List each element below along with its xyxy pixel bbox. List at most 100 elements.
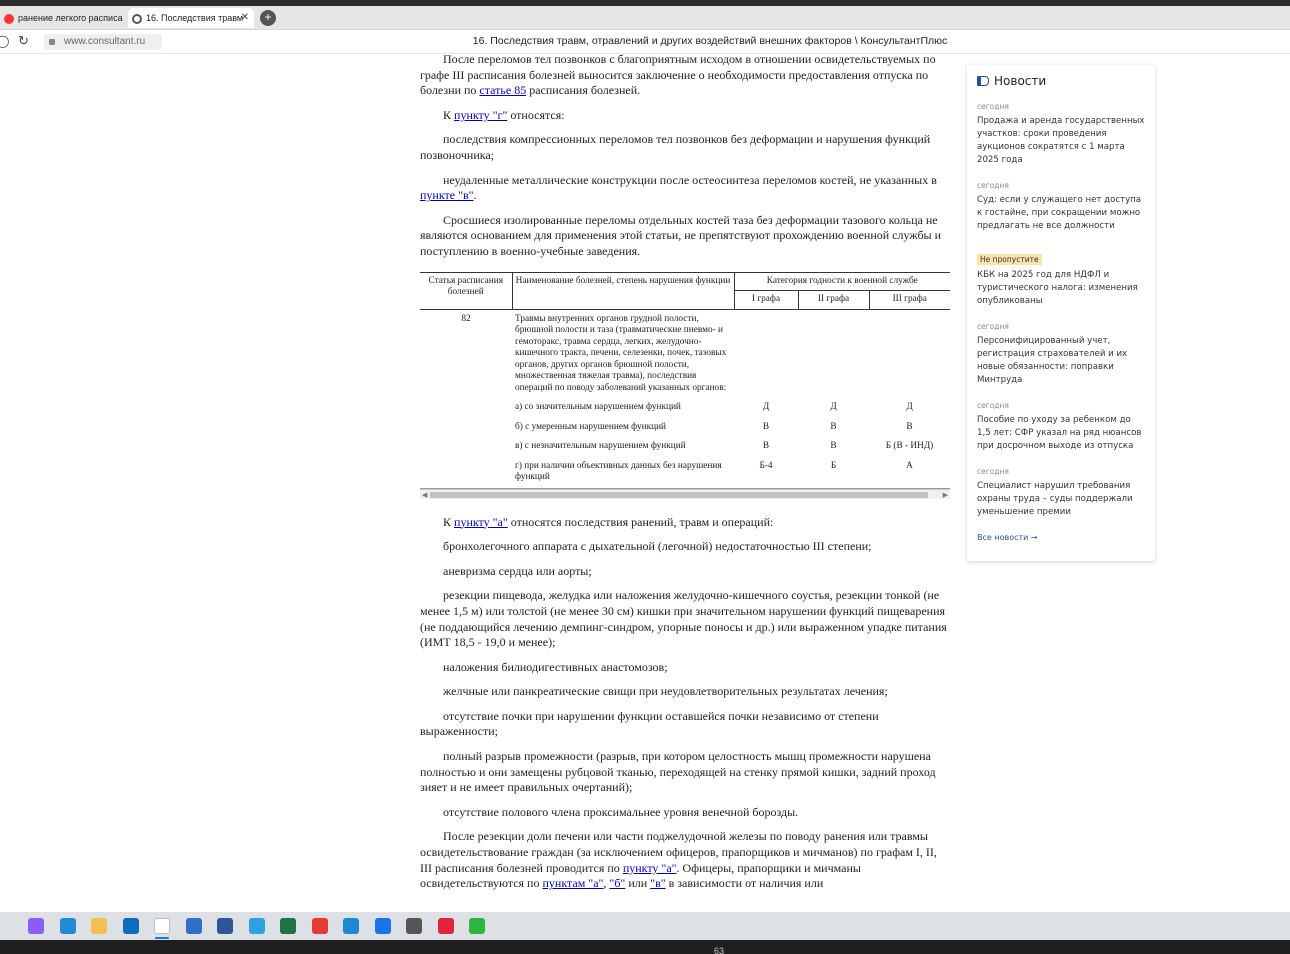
new-tab-button[interactable]: + [260,10,276,26]
photos-icon[interactable] [185,918,202,934]
edge-icon[interactable] [59,918,76,934]
paragraph: резекции пищевода, желудка или наложения… [420,588,947,650]
news-text[interactable]: Продажа и аренда государственных участко… [977,115,1145,167]
news-date: сегодня [977,181,1009,190]
reload-icon[interactable]: ↻ [18,33,29,49]
active-app-indicator [155,937,169,939]
back-icon[interactable]: ◯ [0,34,9,48]
word-icon[interactable] [217,918,233,934]
tab-1[interactable]: ранение легкого расписа [0,8,124,28]
close-tab-icon[interactable]: ✕ [241,8,249,28]
settings-gear-icon[interactable] [406,918,422,934]
news-text[interactable]: Специалист нарушил требования охраны тру… [977,480,1145,519]
consultant-favicon-icon [132,13,142,24]
news-item[interactable]: сегодня Персонифицированный учет, регист… [977,322,1145,387]
link-point-v-2[interactable]: "в" [650,876,665,890]
cell-g2: Д [830,402,837,413]
cell-g3: Б (В - ИНД) [885,441,934,452]
news-item[interactable]: Не пропустите КБК на 2025 год для НДФЛ и… [977,247,1145,308]
telegram-icon[interactable] [248,918,265,934]
link-point-a[interactable]: пункту "а" [454,515,508,529]
cell-g1: Д [762,402,770,413]
paragraph: аневризма сердца или аорты; [443,563,592,578]
scrollbar-thumb[interactable] [430,491,928,498]
news-item[interactable]: сегодня Суд: если у служащего нет доступ… [977,181,1145,233]
diseases-table: Статья расписания болезней Наименование … [420,271,950,489]
link-point-g[interactable]: пункту "г" [454,108,507,122]
link-point-v[interactable]: пункте "в" [420,188,474,202]
cell-g3: В [906,421,913,432]
row-label: а) со значительным нарушением функций [515,402,681,413]
paragraph: наложения билиодигестивных анастомозов; [443,659,668,674]
paragraph: После переломов тел позвонков с благопри… [420,54,936,98]
whatsapp-icon[interactable] [469,918,485,934]
cell-g3: А [906,460,913,471]
scroll-right-arrow-icon[interactable]: ▶ [943,488,948,504]
file-explorer-icon[interactable] [91,918,107,934]
cell-g1: Б-4 [759,460,773,471]
alice-icon[interactable] [28,918,44,934]
link-point-b[interactable]: "б" [609,876,625,890]
yandex-icon[interactable] [311,918,328,934]
article-number: 82 [461,313,471,324]
megaphone-icon [977,76,989,86]
link-point-a-2[interactable]: пункту "а" [623,861,677,875]
all-news-link[interactable]: Все новости → [977,533,1145,542]
header-article: Статья расписания болезней [420,271,513,310]
scroll-left-arrow-icon[interactable]: ◀ [422,488,427,504]
news-item[interactable]: сегодня Специалист нарушил требования ох… [977,467,1145,519]
news-item[interactable]: сегодня Продажа и аренда государственных… [977,102,1145,167]
paragraph: отсутствие полового члена проксимальнее … [443,804,799,819]
tab-1-label: ранение легкого расписа [18,13,123,23]
address-bar: ◯ ↻ www.consultant.ru 16. Последствия тр… [0,30,1290,54]
paragraph: отсутствие почки при нарушении функции о… [420,708,879,739]
cell-g1: В [762,421,770,432]
table-horizontal-scrollbar[interactable]: ◀ ▶ [420,488,950,499]
news-text[interactable]: Суд: если у служащего нет доступа к гост… [977,194,1145,233]
taskbar [0,912,1290,940]
header-graph-1: I графа [733,290,799,310]
url-field[interactable]: www.consultant.ru [44,34,162,50]
news-text[interactable]: Персонифицированный учет, регистрация ст… [977,335,1145,387]
document-content: После переломов тел позвонков с благопри… [420,54,950,912]
paragraph: полный разрыв промежности (разрыв, при к… [420,749,936,795]
link-article-85[interactable]: статье 85 [479,83,526,97]
yandex-browser-icon[interactable] [154,918,170,934]
table-row: б) с умеренным нарушением функций В В В [420,418,950,438]
cell-g2: В [830,441,837,452]
tab-2-active[interactable]: 16. Последствия травм ✕ [128,8,254,28]
news-text[interactable]: Пособие по уходу за ребенком до 1,5 лет:… [977,414,1145,453]
paragraph: К пункту "а" относятся последствия ранен… [443,514,774,529]
header-graph-2: II графа [797,290,870,310]
page-title: 16. Последствия травм, отравлений и друг… [472,35,948,47]
outlook-icon[interactable] [122,918,139,934]
news-date: сегодня [977,401,1009,410]
header-category: Категория годности к военной службе [733,271,950,292]
news-title: Новости [994,74,1047,88]
table-row: 82 Травмы внутренних органов грудной пол… [420,309,950,398]
news-item[interactable]: сегодня Пособие по уходу за ребенком до … [977,401,1145,453]
news-panel: Новости сегодня Продажа и аренда государ… [967,65,1155,561]
bottom-number: 63 [714,946,725,954]
row-label: г) при наличии объективных данных без на… [515,460,722,483]
excel-icon[interactable] [280,918,296,934]
paragraph: неудаленные металлические конструкции по… [420,172,937,203]
mail-at-icon[interactable] [374,918,391,934]
row-label: в) с незначительным нарушением функций [515,441,686,452]
paragraph: последствия компрессионных переломов тел… [420,132,931,162]
paragraph: После резекции доли печени или части под… [420,829,937,891]
paragraph: К пункту "г" относятся: [443,107,565,122]
paragraph: бронхолегочного аппарата с дыхательной (… [443,539,872,554]
bottom-bar [0,940,1290,954]
mail-app-icon[interactable] [343,918,359,934]
link-points-a[interactable]: пунктам "а" [542,876,603,890]
opera-icon[interactable] [437,918,454,934]
cell-g2: Б [830,460,837,471]
tab-2-label: 16. Последствия травм [146,13,244,23]
header-name: Наименование болезней, степень нарушения… [511,271,735,310]
news-date: сегодня [977,102,1009,111]
cell-g3: Д [906,402,913,413]
news-text[interactable]: КБК на 2025 год для НДФЛ и туристическог… [977,269,1145,308]
cell-g2: В [830,421,837,432]
table-row: г) при наличии объективных данных без на… [420,457,950,489]
